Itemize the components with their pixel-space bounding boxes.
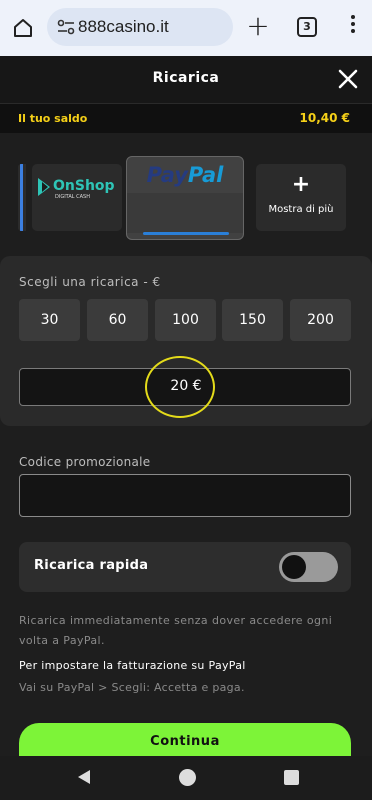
browser-toolbar: 888casino.it + 3 (0, 0, 372, 56)
rapid-recharge-row: Ricarica rapida (19, 542, 351, 592)
home-circle-icon[interactable] (179, 769, 196, 786)
amount-button-150[interactable]: 150 (222, 299, 283, 341)
rapid-recharge-description: Ricarica immediatamente senza dover acce… (19, 614, 333, 647)
paypal-billing-instructions: Vai su PayPal > Scegli: Accetta e paga. (19, 681, 245, 694)
plus-icon: + (291, 172, 311, 197)
onshop-logo: OnShop DIGITAL CASH (38, 178, 115, 200)
show-more-label: Mostra di più (268, 204, 334, 215)
highlight-annotation (145, 356, 215, 418)
onshop-logo-text: OnShop (53, 178, 115, 194)
url-text: 888casino.it (78, 17, 169, 36)
toggle-knob (282, 555, 306, 579)
balance-row: Il tuo saldo 10,40 € (0, 103, 372, 133)
more-vert-icon[interactable] (350, 15, 356, 39)
paypal-billing-heading: Per impostare la fatturazione su PayPal (19, 659, 246, 672)
payment-card-onshop[interactable]: OnShop DIGITAL CASH (32, 164, 122, 231)
new-tab-plus-icon[interactable]: + (246, 12, 270, 40)
paypal-logo: PayPal (127, 163, 243, 187)
show-more-button[interactable]: + Mostra di più (256, 164, 346, 231)
onshop-logo-sub: DIGITAL CASH (55, 194, 90, 200)
address-bar[interactable]: 888casino.it (47, 8, 233, 46)
rapid-recharge-toggle[interactable] (279, 552, 338, 582)
amount-button-200[interactable]: 200 (290, 299, 351, 341)
payment-card-partial[interactable] (18, 164, 26, 231)
amount-button-30[interactable]: 30 (19, 299, 80, 341)
page-header: Ricarica (0, 56, 372, 103)
page-title: Ricarica (152, 70, 220, 86)
amount-button-100[interactable]: 100 (155, 299, 216, 341)
recharge-label: Scegli una ricarica - € (19, 275, 161, 289)
paypal-logo-pay: Pay (146, 163, 188, 187)
paypal-logo-pal: Pal (187, 163, 224, 187)
payment-methods-carousel: OnShop DIGITAL CASH PayPal + Mostra di p… (0, 133, 372, 255)
home-icon[interactable] (11, 16, 35, 40)
balance-label: Il tuo saldo (18, 112, 88, 125)
selected-indicator (143, 232, 229, 235)
system-navigation-bar (0, 756, 372, 800)
rapid-recharge-label: Ricarica rapida (34, 558, 149, 573)
tune-icon[interactable] (57, 19, 75, 35)
promo-code-label: Codice promozionale (19, 455, 151, 469)
promo-code-input[interactable] (19, 474, 351, 517)
payment-card-paypal[interactable]: PayPal (126, 156, 244, 240)
tab-switcher-button[interactable]: 3 (297, 17, 317, 37)
recharge-panel: Scegli una ricarica - € 30 60 100 150 20… (0, 256, 372, 426)
amount-button-60[interactable]: 60 (87, 299, 148, 341)
back-icon[interactable] (76, 769, 92, 785)
recent-apps-icon[interactable] (284, 770, 299, 785)
close-icon[interactable] (336, 67, 360, 91)
balance-value: 10,40 € (299, 111, 350, 125)
